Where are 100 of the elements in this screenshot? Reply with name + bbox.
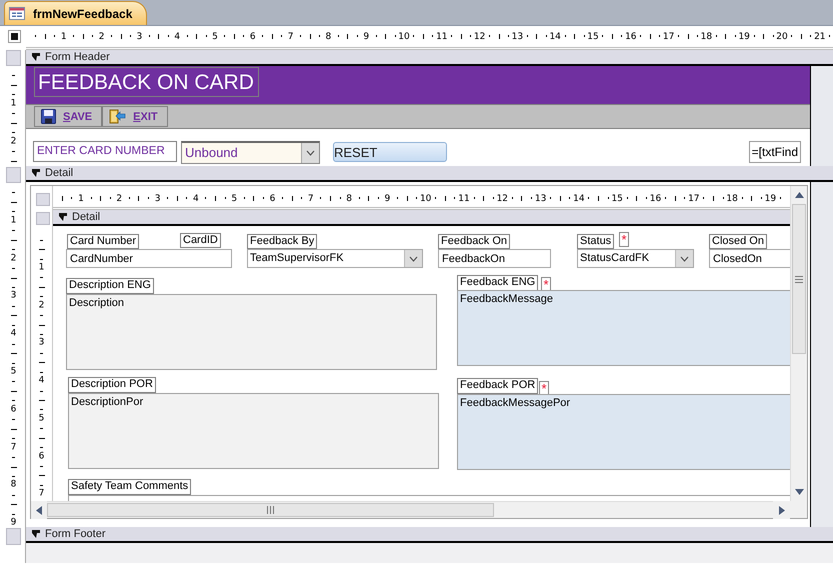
ruler-number: 5 [231, 193, 238, 205]
form-title: FEEDBACK ON CARD [34, 67, 259, 97]
ruler-number: 2 [98, 31, 104, 43]
reset-button[interactable]: RESET [333, 142, 447, 162]
section-title: Detail [72, 210, 100, 224]
ruler-number: 11 [458, 193, 470, 205]
ruler-number: 2 [10, 253, 18, 264]
ruler-number: 3 [10, 290, 18, 302]
ruler-number: 8 [10, 480, 18, 491]
field-label: Feedback POR [457, 378, 538, 394]
memo-field[interactable]: DescriptionPor [68, 393, 439, 469]
ruler-number: 11 [436, 31, 448, 43]
section-selector[interactable] [6, 50, 21, 66]
left-arrow-icon [36, 506, 42, 514]
ruler-number: 7 [38, 488, 46, 500]
ruler-number: 15 [587, 31, 599, 43]
ruler-number: 2 [10, 136, 18, 148]
text-field[interactable]: ClosedOn [709, 249, 790, 268]
ruler-number: 10 [420, 193, 432, 205]
section-arrow-icon [31, 529, 41, 539]
ruler-number: 12 [496, 193, 508, 205]
ruler-number: 6 [38, 451, 46, 462]
field-label: Feedback ENG [457, 275, 538, 291]
section-title: Detail [45, 166, 74, 180]
scroll-left-button[interactable] [31, 501, 47, 519]
form-icon [9, 7, 25, 20]
section-arrow-icon [31, 168, 41, 178]
memo-field[interactable]: FeedbackMessage [457, 290, 790, 366]
ruler-number: 4 [38, 376, 46, 387]
field-label: Feedback On [438, 234, 510, 249]
section-arrow-icon [58, 212, 68, 222]
ruler-number: 6 [250, 31, 256, 43]
ruler-number: 1 [10, 98, 18, 110]
field-label: Description POR [68, 377, 156, 393]
exit-button[interactable]: EXIT [102, 106, 168, 127]
section-bar[interactable]: Form Footer [26, 527, 833, 543]
section-selector[interactable] [6, 528, 21, 545]
section-selector[interactable] [36, 212, 50, 225]
memo-field[interactable]: Description [66, 294, 437, 370]
vertical-scrollbar[interactable] [790, 186, 807, 501]
ruler-number: 10 [398, 31, 410, 43]
field-label: Card Number [67, 234, 140, 249]
section-selector[interactable] [6, 167, 21, 183]
horizontal-scrollbar[interactable] [31, 501, 790, 518]
save-button[interactable]: SAVE [34, 106, 102, 127]
ruler-number: 8 [346, 193, 352, 205]
down-arrow-icon [794, 489, 804, 495]
ruler-number: 21 [814, 31, 826, 43]
text-field[interactable]: FeedbackOn [438, 249, 551, 268]
ruler-number: 13 [512, 31, 524, 43]
text-field[interactable]: =[txtFind [748, 141, 801, 163]
ruler-number: 1 [38, 262, 46, 274]
ruler-number: 4 [10, 328, 18, 340]
door-exit-icon [109, 109, 126, 124]
up-arrow-icon [794, 192, 804, 198]
ruler-number: 16 [650, 193, 662, 205]
section-bar[interactable]: Detail [53, 210, 790, 226]
ruler-number: 9 [10, 518, 18, 529]
memo-field[interactable]: FeedbackMessagePor [457, 394, 790, 470]
field-label: Status [577, 234, 614, 249]
ruler-number: 1 [78, 193, 84, 205]
ruler-number: 7 [10, 442, 18, 454]
ruler-number: 7 [288, 31, 294, 43]
scrollbar-thumb[interactable] [47, 503, 494, 517]
ruler-number: 1 [60, 31, 67, 43]
ruler-number: 12 [474, 31, 486, 43]
ruler-number: 4 [174, 31, 180, 43]
ruler-corner-button[interactable] [8, 30, 21, 43]
combo-box[interactable]: TeamSupervisorFK [247, 249, 423, 268]
ruler-number: 3 [38, 338, 46, 349]
document-tab[interactable]: frmNewFeedback [4, 1, 148, 25]
ruler-number: 5 [10, 366, 18, 378]
text-field[interactable]: ENTER CARD NUMBER [33, 141, 177, 162]
ruler-number: 17 [688, 193, 700, 205]
ruler-number: 7 [308, 193, 314, 205]
section-bar[interactable]: Detail [26, 166, 833, 182]
field-label: Feedback By [247, 234, 318, 249]
ruler-number: 2 [38, 300, 46, 312]
ruler-number: 13 [534, 193, 546, 205]
ruler-number: 19 [764, 193, 776, 205]
combo-box[interactable]: StatusCardFK [577, 249, 694, 268]
ruler-number: 18 [726, 193, 738, 205]
section-arrow-icon [31, 52, 41, 62]
text-field[interactable]: CardNumber [66, 249, 232, 268]
ruler-number: 14 [549, 31, 561, 43]
ruler-number: 6 [270, 193, 276, 205]
ruler-number: 1 [10, 215, 18, 226]
section-bar[interactable]: Form Header [26, 50, 833, 66]
right-arrow-icon [778, 506, 784, 514]
field-label: Safety Team Comments [68, 479, 192, 495]
subform[interactable] [30, 185, 808, 519]
ruler-number: 19 [738, 31, 750, 43]
ruler-number: 15 [611, 193, 623, 205]
combo-box[interactable]: Unbound [181, 141, 320, 164]
ruler-number: 9 [363, 31, 370, 43]
ruler-number: 17 [662, 31, 674, 43]
ruler-number: 4 [193, 193, 199, 205]
ruler-number: 16 [625, 31, 637, 43]
required-mark: * [619, 232, 629, 247]
scrollbar-thumb[interactable] [792, 204, 806, 354]
